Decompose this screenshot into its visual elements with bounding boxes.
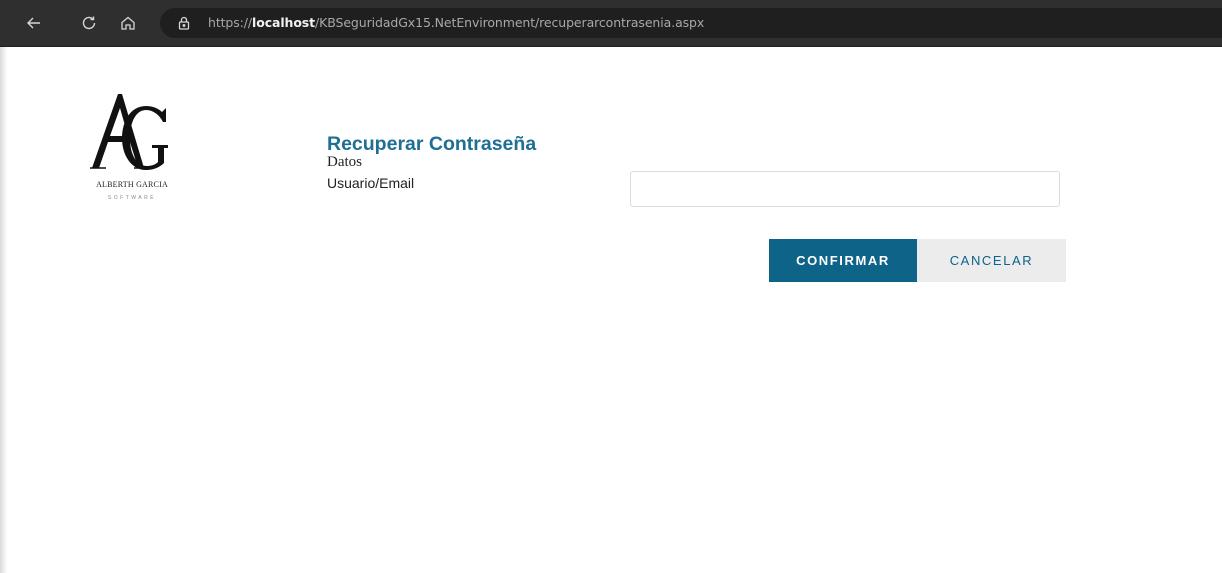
user-email-label: Usuario/Email xyxy=(327,175,415,191)
toolbar-divider xyxy=(0,46,1222,47)
address-bar[interactable]: https://localhost/KBSeguridadGx15.NetEnv… xyxy=(160,8,1222,38)
confirm-button[interactable]: CONFIRMAR xyxy=(769,239,917,282)
url-prefix: https:// xyxy=(208,15,253,30)
browser-toolbar: https://localhost/KBSeguridadGx15.NetEnv… xyxy=(0,0,1222,46)
company-logo xyxy=(82,90,182,210)
cancel-button[interactable]: CANCELAR xyxy=(917,239,1066,282)
home-icon[interactable] xyxy=(116,11,140,35)
reload-icon[interactable] xyxy=(77,11,101,35)
url-text[interactable]: https://localhost/KBSeguridadGx15.NetEnv… xyxy=(208,15,704,30)
back-arrow-icon[interactable] xyxy=(22,11,46,35)
page-left-shadow xyxy=(0,47,8,573)
url-path: /KBSeguridadGx15.NetEnvironment/recupera… xyxy=(315,15,705,30)
logo-tagline: SOFTWARE xyxy=(107,195,157,201)
lock-icon[interactable] xyxy=(176,15,192,31)
logo-company-name: ALBERTH GARCIA xyxy=(96,180,168,189)
section-label: Datos xyxy=(327,154,362,170)
url-host: localhost xyxy=(252,15,316,30)
page-title: Recuperar Contraseña xyxy=(327,133,537,155)
user-email-input[interactable] xyxy=(630,171,1060,207)
